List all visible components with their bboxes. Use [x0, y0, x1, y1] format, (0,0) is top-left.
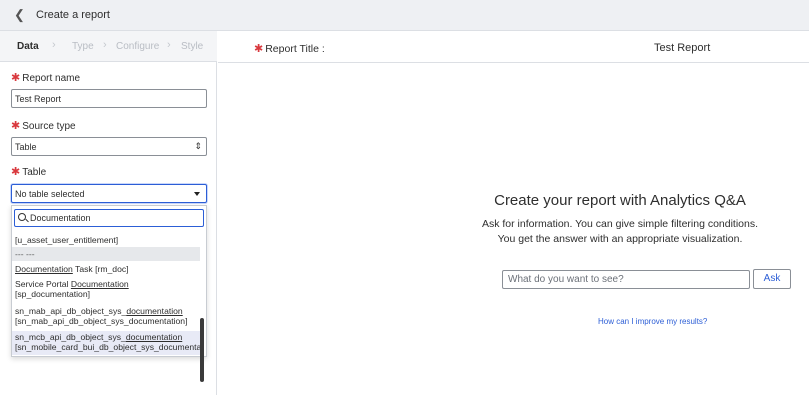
chevron-right-icon: › [52, 39, 56, 51]
report-title-value[interactable]: Test Report [654, 42, 710, 54]
qa-heading: Create your report with Analytics Q&A [494, 192, 746, 209]
list-item[interactable]: sn_mab_api_db_object_sys_documentation [s… [12, 306, 200, 326]
required-icon: ✱ [11, 72, 21, 84]
list-separator: --- --- [12, 247, 200, 261]
left-panel: Data › Type › Configure › Style ✱ Report … [0, 31, 217, 395]
chevron-updown-icon: ⇕ [194, 141, 202, 151]
source-type-label: ✱ Source type [11, 120, 76, 132]
list-item[interactable]: sn_mcb_api_db_object_sys_documentation [s… [12, 331, 200, 355]
dropdown-scrollbar[interactable] [200, 318, 204, 382]
tab-configure[interactable]: Configure [116, 41, 159, 52]
report-title-bar: ✱ Report Title : Test Report [218, 31, 809, 63]
dropdown-list: [u_asset_user_entitlement] --- --- Docum… [12, 230, 200, 356]
list-item[interactable]: [u_asset_user_entitlement] [12, 235, 200, 245]
required-icon: ✱ [11, 120, 21, 132]
tab-type[interactable]: Type [72, 41, 94, 52]
report-title-label: ✱ Report Title : [254, 43, 325, 55]
caret-down-icon [194, 192, 200, 196]
list-item[interactable]: Documentation Task [rm_doc] [12, 264, 200, 274]
report-name-label: ✱ Report name [11, 72, 81, 84]
step-tabs: Data › Type › Configure › Style [0, 31, 217, 62]
qa-question-input[interactable]: What do you want to see? [502, 270, 750, 289]
qa-description: Ask for information. You can give simple… [481, 218, 759, 245]
page-title: Create a report [36, 9, 110, 21]
search-icon [18, 213, 26, 221]
list-item[interactable]: Service Portal Documentation [sp_document… [12, 279, 200, 299]
tab-style[interactable]: Style [181, 41, 203, 52]
dropdown-search-input[interactable]: Documentation [14, 209, 204, 227]
top-bar: ❮ Create a report [0, 0, 809, 31]
table-select[interactable]: No table selected [11, 184, 207, 203]
table-dropdown: Documentation [u_asset_user_entitlement]… [11, 205, 207, 382]
chevron-left-icon[interactable]: ❮ [14, 8, 28, 22]
tab-data[interactable]: Data [17, 41, 39, 52]
table-label: ✱ Table [11, 166, 47, 178]
required-icon: ✱ [11, 166, 21, 178]
source-type-select[interactable]: Table ⇕ [11, 137, 207, 156]
chevron-right-icon: › [167, 39, 171, 51]
improve-results-link[interactable]: How can I improve my results? [598, 317, 707, 326]
ask-button[interactable]: Ask [753, 269, 791, 289]
chevron-right-icon: › [103, 39, 107, 51]
report-name-input[interactable]: Test Report [11, 89, 207, 108]
